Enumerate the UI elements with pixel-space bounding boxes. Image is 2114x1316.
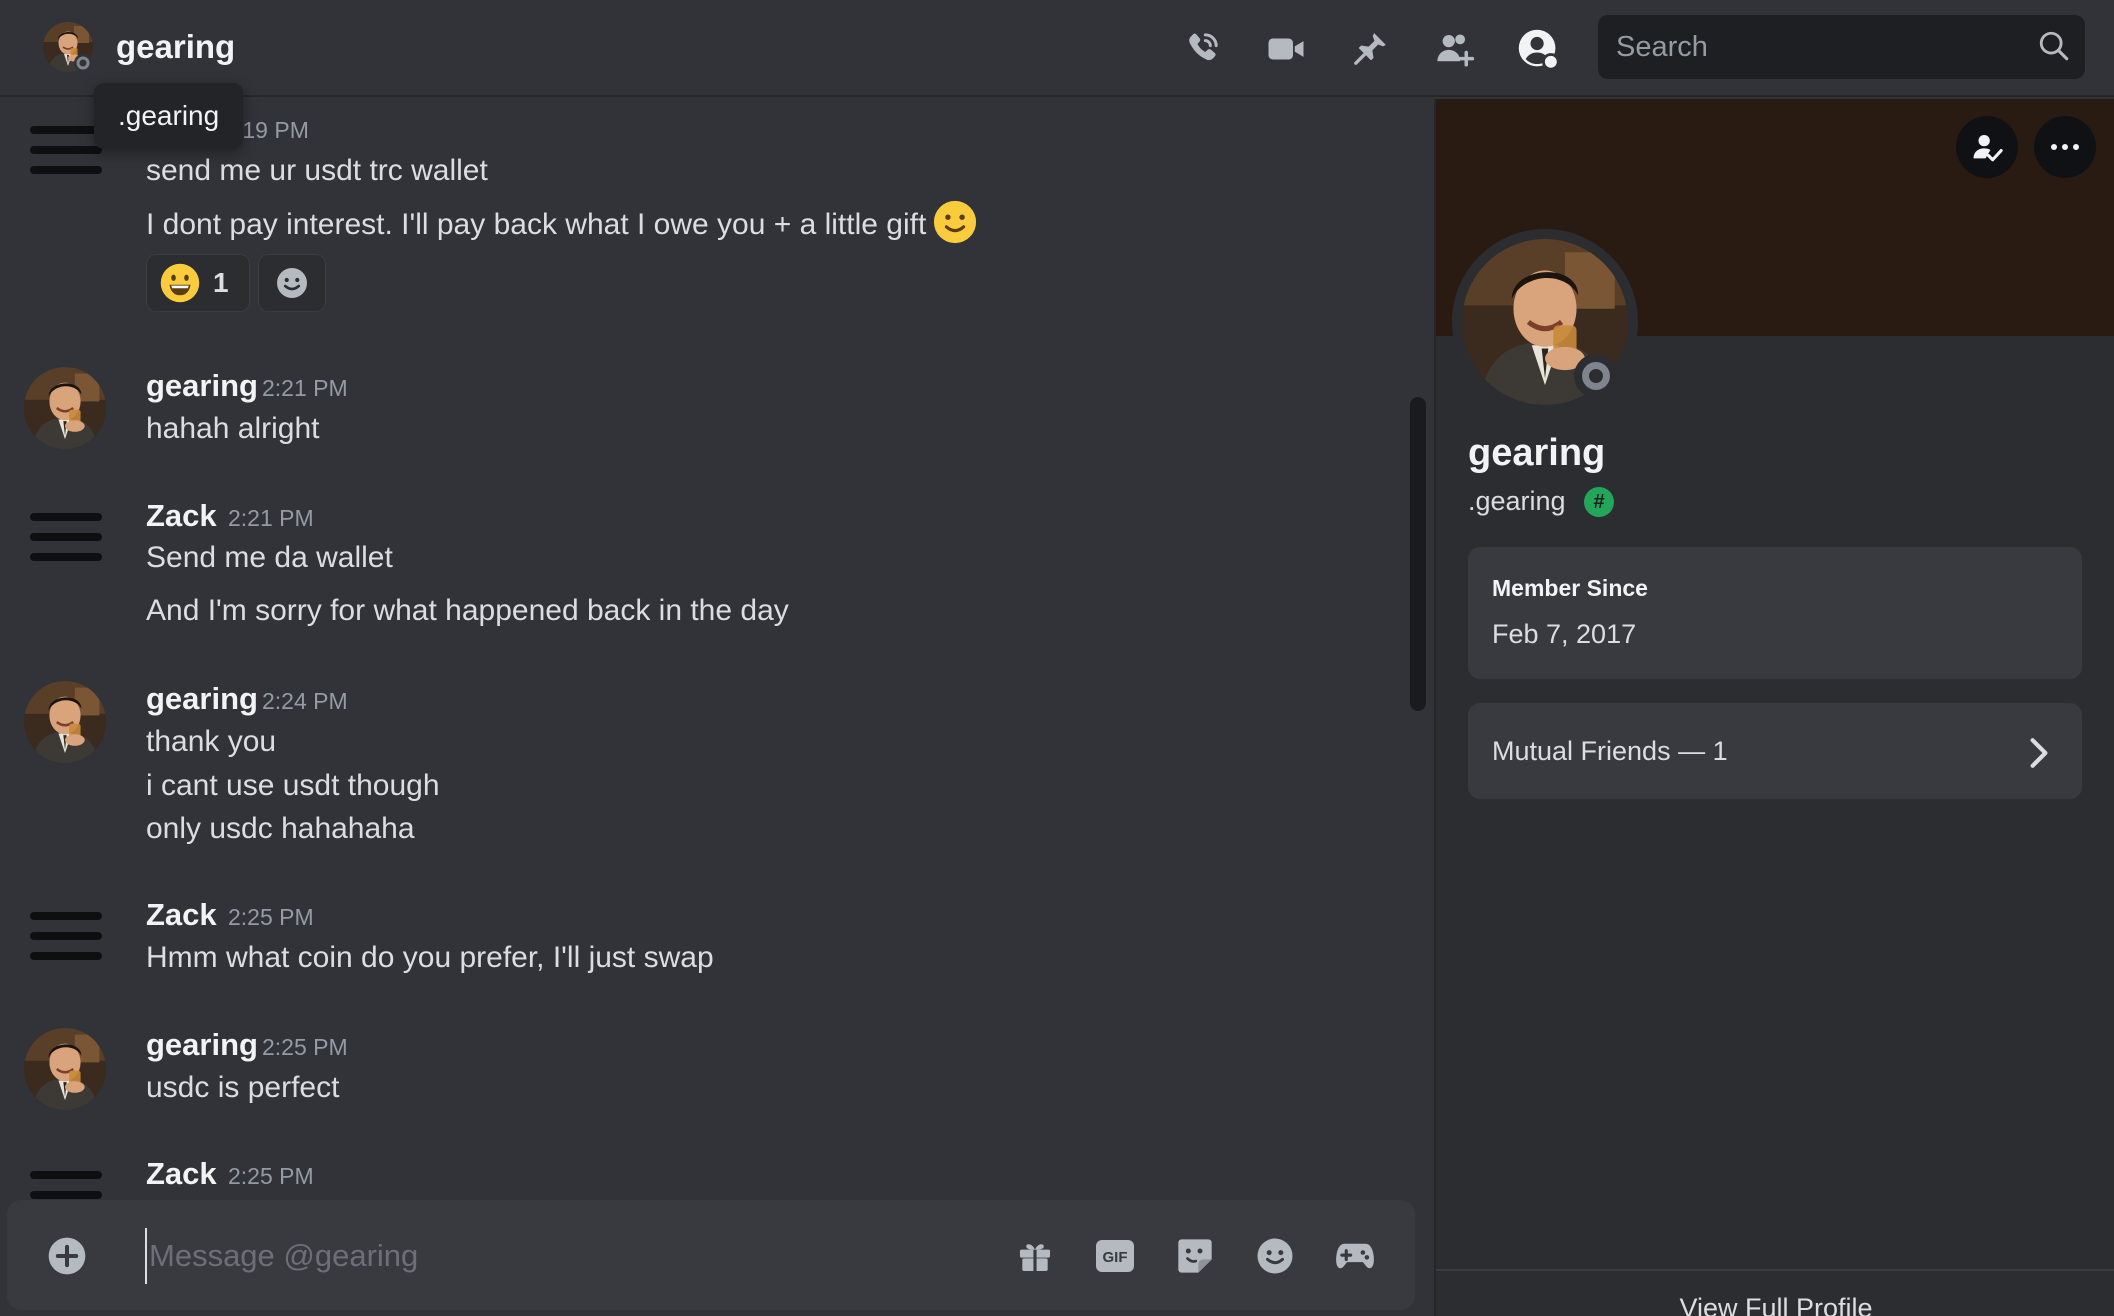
pinned-messages-button[interactable] [1347, 26, 1393, 72]
message-timestamp: 2:21 PM [262, 375, 348, 401]
user-profile-panel: gearing .gearing # Member Since Feb 7, 2… [1434, 99, 2114, 1316]
avatar[interactable] [30, 513, 102, 573]
message-timestamp: 2:25 PM [228, 1163, 314, 1189]
message-list[interactable]: :19 PM send me ur usdt trc wallet I dont… [0, 99, 1432, 1316]
search-input[interactable] [1598, 15, 2018, 79]
add-friends-to-dm-button[interactable] [1431, 26, 1477, 72]
mutual-friends-row[interactable]: Mutual Friends — 1 [1468, 703, 2082, 799]
message-author[interactable]: gearing [146, 679, 258, 719]
friend-status-button[interactable] [1956, 116, 2018, 178]
sticker-button[interactable] [1171, 1232, 1219, 1280]
message-text: send me ur usdt trc wallet [146, 154, 488, 187]
avatar [43, 22, 93, 72]
message-text: I dont pay interest. I'll pay back what … [146, 200, 978, 249]
message-composer: GIF [7, 1200, 1415, 1310]
profile-username[interactable]: .gearing [1468, 483, 1566, 519]
member-since-card: Member Since Feb 7, 2017 [1468, 547, 2082, 679]
header-avatar[interactable] [43, 22, 93, 72]
message-author[interactable]: Zack [146, 895, 217, 935]
video-call-button[interactable] [1263, 26, 1309, 72]
emoji-button[interactable] [1251, 1232, 1299, 1280]
offline-status-indicator [1574, 354, 1618, 398]
svg-text:GIF: GIF [1103, 1249, 1128, 1266]
mutual-friends-label: Mutual Friends — 1 [1492, 736, 1728, 766]
profile-display-name: gearing [1468, 432, 1606, 474]
search-box[interactable] [1598, 15, 2085, 79]
reaction-count: 1 [213, 267, 229, 298]
pin-icon [1354, 33, 1386, 65]
message-author[interactable]: Zack [146, 496, 217, 536]
activities-button[interactable] [1331, 1232, 1379, 1280]
chevron-right-icon [2030, 738, 2048, 768]
message-timestamp: :19 PM [236, 117, 309, 143]
voice-call-button[interactable] [1179, 26, 1225, 72]
gift-button[interactable] [1011, 1232, 1059, 1280]
avatar[interactable] [30, 912, 102, 972]
member-since-value: Feb 7, 2017 [1492, 619, 1637, 649]
gif-icon: GIF [1096, 1240, 1134, 1272]
voice-call-icon [1189, 33, 1218, 61]
avatar[interactable] [24, 367, 106, 449]
more-options-button[interactable] [2034, 116, 2096, 178]
message-author[interactable]: gearing [146, 366, 258, 406]
username-tooltip: .gearing [94, 83, 244, 149]
dm-header: gearing .gearing [0, 0, 2114, 149]
add-reaction-button[interactable] [258, 254, 326, 312]
hashtag-badge-icon[interactable]: # [1584, 487, 1614, 517]
message-text: thank you [146, 725, 277, 758]
message-text: i cant use usdt though [146, 769, 440, 802]
video-call-icon [1268, 38, 1304, 60]
grinning-emoji-icon [160, 263, 200, 303]
message-text: Hmm what coin do you prefer, I'll just s… [146, 941, 714, 974]
user-profile-toggle-button[interactable] [1515, 26, 1561, 72]
slightly-smiling-emoji-icon [934, 200, 977, 244]
gift-icon [1019, 1244, 1051, 1272]
message-text: only usdc hahahaha [146, 812, 415, 845]
emoji-icon [1257, 1238, 1293, 1274]
message-text: usdc is perfect [146, 1071, 340, 1104]
avatar[interactable] [30, 126, 102, 186]
message-timestamp: 2:24 PM [262, 688, 348, 714]
message-timestamp: 2:25 PM [228, 904, 314, 930]
user-profile-icon [1518, 29, 1560, 71]
more-dots-icon [2051, 144, 2079, 150]
member-since-label: Member Since [1492, 575, 1648, 601]
search-icon[interactable] [2037, 29, 2071, 63]
message-text: hahah alright [146, 412, 320, 445]
upload-button[interactable] [43, 1232, 91, 1280]
message-text: Send me da wallet [146, 541, 393, 574]
reaction-grinning[interactable]: 1 [146, 254, 250, 312]
add-friends-to-dm-icon [1437, 34, 1475, 67]
message-text: And I'm sorry for what happened back in … [146, 594, 789, 627]
friend-check-icon [1973, 134, 2003, 162]
view-full-profile-link[interactable]: View Full Profile [1436, 1293, 2114, 1316]
message-input[interactable] [145, 1228, 945, 1284]
message-author[interactable]: gearing [146, 1025, 258, 1065]
gif-button[interactable]: GIF [1091, 1232, 1139, 1280]
message-timestamp: 2:21 PM [228, 505, 314, 531]
sticker-icon [1178, 1239, 1212, 1273]
message-timestamp: 2:25 PM [262, 1034, 348, 1060]
discord-dm-window: gearing .gearing Search:19 PM send me u… [0, 0, 2114, 1316]
add-circle-icon [48, 1237, 86, 1275]
game-controller-icon [1336, 1243, 1374, 1269]
header-username[interactable]: gearing [116, 24, 235, 70]
add-reaction-icon [277, 268, 307, 298]
avatar[interactable] [24, 1028, 106, 1110]
panel-divider [1436, 1269, 2114, 1271]
avatar[interactable] [24, 681, 106, 763]
chat-scrollbar[interactable] [1410, 397, 1426, 711]
message-author[interactable]: Zack [146, 1154, 217, 1194]
